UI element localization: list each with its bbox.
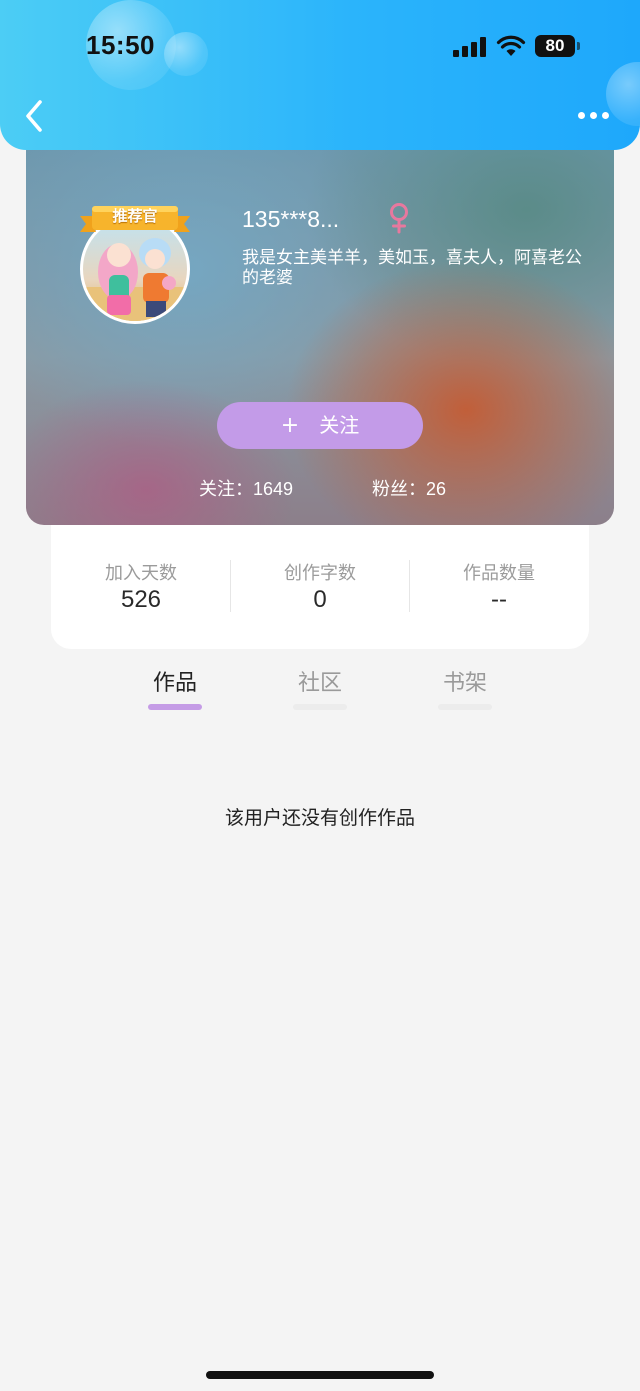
female-icon xyxy=(390,203,408,234)
stats-card: 加入天数 526 创作字数 0 作品数量 -- xyxy=(51,515,589,649)
status-time: 15:50 xyxy=(86,30,155,60)
battery-level: 80 xyxy=(535,35,575,57)
tab-bookshelf[interactable]: 书架 xyxy=(415,668,515,710)
stat-value: 0 xyxy=(313,586,327,613)
stat-word-count: 创作字数 0 xyxy=(230,559,410,614)
home-indicator[interactable] xyxy=(206,1371,434,1379)
signal-icon xyxy=(453,37,487,57)
profile-page: 15:50 80 加入天数 526 创作字数 0 作品数量 -- 推荐官 135… xyxy=(0,0,640,1391)
stat-label: 作品数量 xyxy=(463,563,535,584)
stat-label: 创作字数 xyxy=(284,563,356,584)
tab-indicator xyxy=(438,704,492,710)
recommender-badge: 推荐官 xyxy=(112,207,158,225)
wifi-icon xyxy=(496,35,526,56)
tab-indicator xyxy=(148,704,202,710)
stat-join-days: 加入天数 526 xyxy=(51,559,231,614)
stat-label: 加入天数 xyxy=(105,563,177,584)
followers-count[interactable]: 粉丝：26 xyxy=(372,475,446,501)
stat-value: 526 xyxy=(120,586,162,613)
follow-button[interactable]: + 关注 xyxy=(217,402,423,449)
follow-button-label: 关注 xyxy=(319,413,360,437)
tab-works[interactable]: 作品 xyxy=(125,668,225,710)
header: 15:50 80 xyxy=(0,0,640,150)
battery-icon: 80 xyxy=(535,35,581,59)
tab-community[interactable]: 社区 xyxy=(270,668,370,710)
chevron-left-icon[interactable] xyxy=(22,98,48,134)
more-horizontal-icon[interactable] xyxy=(576,106,612,126)
tab-indicator xyxy=(293,704,347,710)
plus-icon: + xyxy=(280,413,300,438)
following-count[interactable]: 关注：1649 xyxy=(199,475,293,501)
tab-label: 书架 xyxy=(442,671,487,696)
empty-state-text: 该用户还没有创作作品 xyxy=(224,807,415,829)
decor-bubble xyxy=(164,32,208,76)
stat-works-count: 作品数量 -- xyxy=(409,559,589,614)
profile-bio: 我是女主美羊羊，美如玉，喜夫人，阿喜老公的老婆 xyxy=(242,248,582,288)
username: 135***8... xyxy=(242,206,340,232)
stat-value: -- xyxy=(491,586,507,613)
avatar-container[interactable]: 推荐官 xyxy=(80,206,190,324)
profile-card: 推荐官 135***8... 我是女主美羊羊，美如玉，喜夫人，阿喜老公的老婆 +… xyxy=(26,150,614,525)
tab-label: 社区 xyxy=(297,671,342,696)
tab-label: 作品 xyxy=(152,671,197,696)
